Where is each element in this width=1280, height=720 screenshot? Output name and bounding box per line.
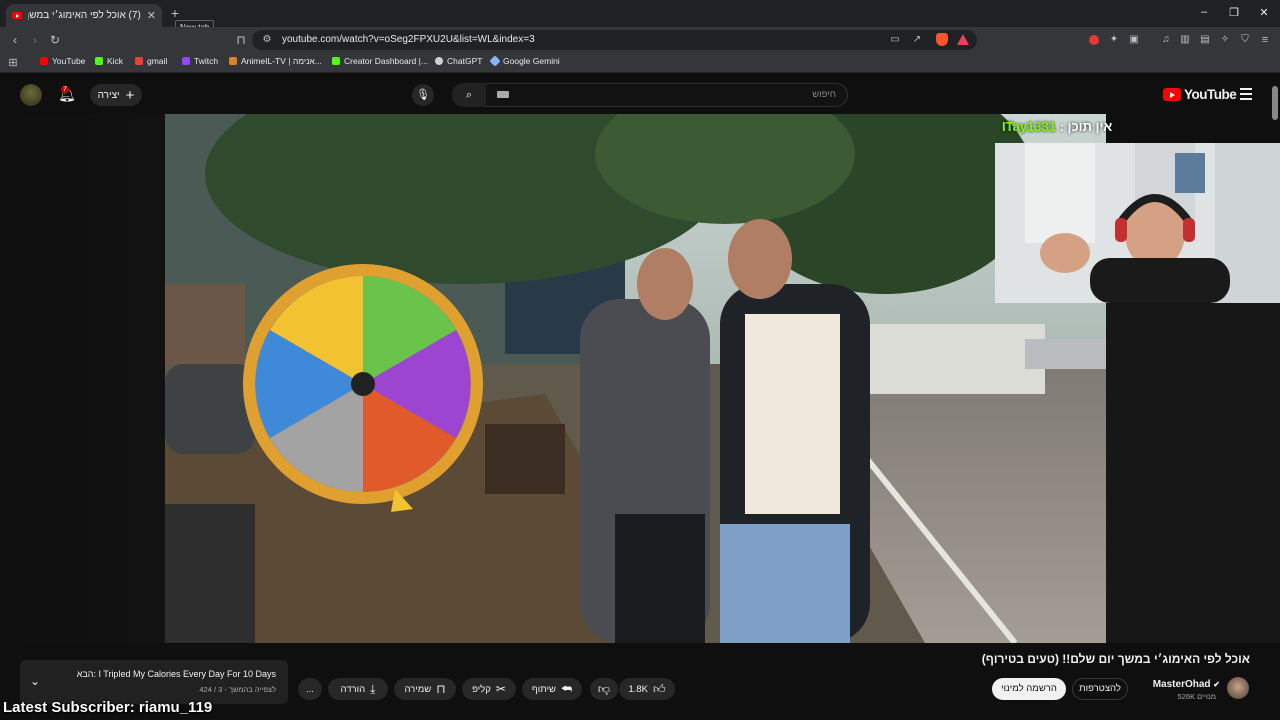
close-window-icon[interactable]: ✕ — [1254, 6, 1274, 19]
tab-title: (7) אוכל לפי האימוג׳י במשך יום ש — [28, 10, 141, 21]
more-dots-icon: ... — [306, 683, 314, 695]
gemini-icon — [489, 55, 501, 67]
screenshot-icon[interactable]: ▣ — [1125, 31, 1143, 49]
forward-arrow-icon[interactable]: › — [26, 31, 44, 49]
bookmark-kick[interactable]: Kick — [95, 56, 123, 66]
browser-menu-icon[interactable]: ≡ — [1256, 31, 1274, 49]
minimize-window-icon[interactable]: – — [1194, 6, 1214, 18]
keyboard-icon[interactable] — [497, 91, 509, 98]
channel-name[interactable]: MasterOhad ✔ — [1140, 679, 1220, 690]
subscribe-button[interactable]: הרשמה למינוי — [992, 678, 1066, 700]
search-icon[interactable]: ⌕ — [452, 83, 486, 107]
video-frame — [165, 114, 1106, 643]
download-label: הורדה — [340, 683, 366, 695]
clip-button[interactable]: קליפ ✂ — [462, 678, 516, 700]
extensions-puzzle-icon[interactable]: ✦ — [1105, 31, 1123, 49]
playlist-next-title: הבא: I Tripled My Calories Every Day For… — [76, 669, 276, 679]
save-button[interactable]: שמירה ⊓ — [394, 678, 456, 700]
cast-icon[interactable]: ▭ — [886, 31, 904, 49]
clip-label: קליפ — [472, 683, 491, 695]
record-extension-icon[interactable] — [1089, 35, 1099, 45]
bookmark-gemini[interactable]: Google Gemini — [489, 55, 560, 67]
brave-shield-icon[interactable] — [936, 33, 948, 46]
thumbs-up-icon: 👍︎ — [653, 681, 666, 696]
sidebar-icon[interactable]: ▥ — [1176, 31, 1194, 49]
maximize-window-icon[interactable]: ❐ — [1224, 6, 1244, 19]
scissors-icon: ✂ — [495, 682, 506, 696]
music-icon[interactable]: ♫ — [1157, 31, 1175, 49]
account-avatar[interactable] — [20, 84, 42, 106]
playlist-panel[interactable] — [20, 660, 288, 704]
youtube-favicon-icon — [12, 12, 22, 19]
bookmark-save-icon: ⊓ — [436, 682, 446, 696]
bookmark-twitch[interactable]: Twitch — [182, 56, 218, 66]
bookmark-page-icon[interactable]: ⊓ — [232, 31, 250, 49]
youtube-logo[interactable]: YouTube — [1163, 87, 1237, 102]
overlay-username: ITay1331 — [1002, 119, 1056, 134]
verified-check-icon: ✔ — [1213, 680, 1220, 689]
browser-tab-active[interactable]: (7) אוכל לפי האימוג׳י במשך יום ש ✕ — [6, 4, 162, 27]
more-actions-button[interactable]: ... — [298, 678, 322, 700]
reload-icon[interactable]: ↻ — [46, 31, 64, 49]
bookmark-animeil[interactable]: AnimeIL-TV | אנימה... — [229, 56, 322, 66]
thumbs-down-icon: 👎︎ — [597, 681, 611, 696]
search-placeholder: חיפוש — [812, 89, 836, 100]
join-button[interactable]: להצטרפות — [1072, 678, 1128, 700]
video-letterbox-left — [0, 114, 165, 643]
webcam-frame — [995, 143, 1280, 303]
leo-ai-icon[interactable]: ✧ — [1216, 31, 1234, 49]
youtube-icon — [40, 57, 48, 65]
youtube-play-logo-icon — [1163, 88, 1181, 101]
wallet-icon[interactable]: ▤ — [1196, 31, 1214, 49]
notification-count-badge: 7 — [61, 86, 69, 93]
like-count: 1.8K — [628, 683, 648, 695]
video-letterbox-right — [1106, 303, 1280, 643]
download-button[interactable]: הורדה ⤓ — [328, 678, 388, 700]
plus-icon: + — [125, 86, 135, 104]
overlay-label: אין תוכן : — [1059, 119, 1113, 134]
download-arrow-icon: ⤓ — [370, 681, 376, 696]
latest-subscriber-overlay: Latest Subscriber: riamu_119 — [3, 699, 213, 716]
site-info-icon[interactable]: ⚙ — [258, 31, 276, 49]
bookmark-creator-dashboard[interactable]: Creator Dashboard |... — [332, 56, 428, 66]
voice-search-mic-icon[interactable]: 🎙︎ — [412, 84, 434, 106]
apps-grid-icon[interactable]: ⊞ — [4, 54, 22, 72]
share-label: שיתוף — [531, 683, 556, 695]
video-title: אוכל לפי האימוג׳י במשך יום שלם!! (טעים ב… — [981, 652, 1250, 666]
save-label: שמירה — [404, 683, 432, 695]
create-button[interactable]: יצירה + — [90, 84, 142, 106]
animeil-icon — [229, 57, 237, 65]
address-bar-url: youtube.com/watch?v=oSeg2FPXU2U&list=WL&… — [282, 34, 535, 45]
bookmark-gmail[interactable]: gmail — [135, 56, 167, 66]
vpn-shield-icon[interactable]: ⛉ — [1236, 31, 1254, 49]
stream-content-label: אין תוכן : ITay1331 — [1002, 119, 1112, 134]
share-page-icon[interactable]: ↗ — [908, 31, 926, 49]
back-arrow-icon[interactable]: ‹ — [6, 31, 24, 49]
guide-menu-icon[interactable] — [1240, 88, 1252, 100]
video-player[interactable] — [165, 114, 1106, 643]
channel-avatar[interactable] — [1227, 677, 1249, 699]
brave-rewards-icon[interactable] — [957, 34, 969, 45]
chatgpt-icon — [435, 57, 443, 65]
streamer-webcam — [995, 143, 1280, 303]
bookmark-youtube[interactable]: YouTube — [40, 56, 85, 66]
kick-creator-icon — [332, 57, 340, 65]
create-label: יצירה — [97, 89, 120, 101]
like-button[interactable]: 1.8K 👍︎ — [619, 678, 675, 700]
share-arrow-icon: ⮪ — [561, 681, 573, 696]
playlist-position: לצפייה בהמשך - 3 / 424 — [199, 685, 276, 694]
tab-close-icon[interactable]: ✕ — [147, 9, 156, 22]
channel-subscriber-count: 526K מנויים — [1177, 692, 1216, 701]
bookmark-chatgpt[interactable]: ChatGPT — [435, 56, 482, 66]
dislike-button[interactable]: 👎︎ — [590, 678, 618, 700]
twitch-icon — [182, 57, 190, 65]
chevron-down-icon[interactable]: ⌄ — [30, 674, 40, 688]
gmail-icon — [135, 57, 143, 65]
page-scrollbar[interactable] — [1272, 86, 1278, 120]
share-button[interactable]: שיתוף ⮪ — [522, 678, 582, 700]
kick-icon — [95, 57, 103, 65]
